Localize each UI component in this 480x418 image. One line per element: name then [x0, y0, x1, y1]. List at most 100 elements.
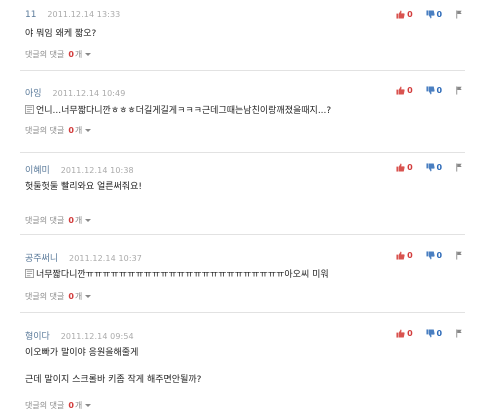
like-button[interactable]: 0	[396, 10, 413, 19]
reply-label: 댓글의 댓글	[25, 126, 65, 135]
reply-toggle[interactable]: 댓글의 댓글 0개	[25, 400, 92, 411]
like-count: 0	[407, 10, 413, 19]
comment-date: 2011.12.14 10:37	[69, 254, 143, 263]
thumbs-down-icon	[425, 329, 435, 338]
caret-down-icon	[85, 295, 92, 298]
like-count: 0	[407, 251, 413, 260]
dislike-count: 0	[436, 86, 443, 95]
thumbs-up-icon	[396, 86, 405, 95]
reply-unit: 개	[74, 50, 83, 59]
comment-actions: 0 0	[386, 86, 465, 98]
thumbs-up-icon	[396, 329, 405, 338]
comment-item: 공주써니 2011.12.14 10:37 0 0 너무짧다니깐ㅠㅠㅠㅠㅠㅠㅠㅠ…	[20, 234, 465, 313]
comment-date: 2011.12.14 13:33	[47, 10, 121, 19]
comment-text-row: 너무짧다니깐ㅠㅠㅠㅠㅠㅠㅠㅠㅠㅠㅠㅠㅠㅠㅠㅠㅠㅠㅠㅠㅠㅠㅠㅠ아오씨 미워	[25, 267, 329, 280]
comment-item: 이혜미 2011.12.14 10:38 0 0 헛둘헛둘 빨리와요 얼른써줘요…	[20, 152, 465, 235]
dislike-count: 0	[436, 251, 443, 260]
reply-count: 0	[68, 50, 74, 59]
thumbs-up-icon	[396, 251, 405, 260]
reply-unit: 개	[74, 126, 83, 135]
thumbs-down-icon	[425, 163, 435, 172]
thumbs-up-icon	[396, 10, 405, 19]
flag-icon	[456, 163, 462, 172]
comment-meta: 11 2011.12.14 13:33	[25, 10, 120, 22]
reply-label: 댓글의 댓글	[25, 401, 65, 410]
flag-icon	[456, 86, 462, 95]
comment-date: 2011.12.14 10:49	[52, 89, 126, 98]
report-button[interactable]	[455, 329, 465, 338]
reply-count: 0	[68, 292, 74, 301]
comment-date: 2011.12.14 10:38	[60, 166, 134, 175]
report-button[interactable]	[455, 10, 465, 19]
image-attachment-icon	[25, 269, 34, 278]
thumbs-up-icon	[396, 163, 405, 172]
dislike-count: 0	[436, 163, 443, 172]
reply-toggle[interactable]: 댓글의 댓글 0개	[25, 125, 92, 136]
like-button[interactable]: 0	[396, 329, 413, 338]
comment-text: 헛둘헛둘 빨리와요 얼른써줘요!	[25, 182, 142, 192]
comment-text: 야 뭐임 왜케 짧오?	[25, 29, 97, 39]
reply-count: 0	[68, 216, 74, 225]
like-button[interactable]: 0	[396, 86, 413, 95]
dislike-button[interactable]: 0	[425, 329, 443, 338]
reply-toggle[interactable]: 댓글의 댓글 0개	[25, 49, 92, 60]
reply-unit: 개	[74, 401, 83, 410]
report-button[interactable]	[455, 86, 465, 95]
reply-toggle[interactable]: 댓글의 댓글 0개	[25, 291, 92, 302]
caret-down-icon	[85, 129, 92, 132]
flag-icon	[456, 329, 462, 338]
reply-count: 0	[68, 401, 74, 410]
dislike-count: 0	[436, 329, 443, 338]
dislike-button[interactable]: 0	[425, 251, 443, 260]
comment-author[interactable]: 이혜미	[25, 166, 50, 176]
caret-down-icon	[85, 219, 92, 222]
flag-icon	[456, 251, 462, 260]
reply-label: 댓글의 댓글	[25, 50, 65, 59]
comment-author[interactable]: 11	[25, 10, 36, 20]
like-button[interactable]: 0	[396, 251, 413, 260]
comment-actions: 0 0	[386, 251, 465, 263]
dislike-button[interactable]: 0	[425, 10, 443, 19]
flag-icon	[456, 10, 462, 19]
reply-unit: 개	[74, 216, 83, 225]
like-button[interactable]: 0	[396, 163, 413, 172]
comment-meta: 아잉 2011.12.14 10:49	[25, 86, 126, 99]
thumbs-down-icon	[425, 251, 435, 260]
like-count: 0	[407, 86, 413, 95]
caret-down-icon	[85, 404, 92, 407]
comment-meta: 이혜미 2011.12.14 10:38	[25, 163, 134, 176]
comment-author[interactable]: 공주써니	[25, 254, 58, 264]
like-count: 0	[407, 329, 413, 338]
reply-count: 0	[68, 126, 74, 135]
comment-item: 형이다 2011.12.14 09:54 0 0 이오빠가 말이야 응원을해줄게…	[20, 312, 465, 418]
reply-label: 댓글의 댓글	[25, 292, 65, 301]
dislike-button[interactable]: 0	[425, 86, 443, 95]
report-button[interactable]	[455, 163, 465, 172]
report-button[interactable]	[455, 251, 465, 260]
comment-date: 2011.12.14 09:54	[60, 332, 134, 341]
thumbs-down-icon	[425, 10, 435, 19]
comment-text: 이오빠가 말이야 응원을해줄게	[25, 348, 139, 358]
comment-actions: 0 0	[386, 329, 465, 341]
comment-actions: 0 0	[386, 163, 465, 175]
comment-author[interactable]: 아잉	[25, 89, 42, 99]
reply-label: 댓글의 댓글	[25, 216, 65, 225]
comment-meta: 공주써니 2011.12.14 10:37	[25, 251, 143, 264]
comment-actions: 0 0	[386, 10, 465, 22]
image-attachment-icon	[25, 105, 34, 114]
like-count: 0	[407, 163, 413, 172]
comment-meta: 형이다 2011.12.14 09:54	[25, 329, 134, 342]
comment-item: 아잉 2011.12.14 10:49 0 0 언니...너무짧다니깐ㅎㅎㅎ더길…	[20, 70, 465, 153]
comment-text-row: 언니...너무짧다니깐ㅎㅎㅎ더길게길게ㅋㅋㅋ근데그때는남친이랑깨졌을때지...?	[25, 103, 331, 116]
comment-text: 근데 말이지 스크롤바 키좀 작게 해주면안될까?	[25, 375, 202, 385]
caret-down-icon	[85, 53, 92, 56]
reply-unit: 개	[74, 292, 83, 301]
comment-text: 너무짧다니깐ㅠㅠㅠㅠㅠㅠㅠㅠㅠㅠㅠㅠㅠㅠㅠㅠㅠㅠㅠㅠㅠㅠㅠㅠ아오씨 미워	[36, 270, 329, 280]
comment-text: 언니...너무짧다니깐ㅎㅎㅎ더길게길게ㅋㅋㅋ근데그때는남친이랑깨졌을때지...?	[36, 106, 332, 116]
comment-item: 11 2011.12.14 13:33 0 0 야 뭐임 왜케 짧오? 댓글의 …	[20, 0, 465, 71]
reply-toggle[interactable]: 댓글의 댓글 0개	[25, 215, 92, 226]
dislike-button[interactable]: 0	[425, 163, 443, 172]
comment-author[interactable]: 형이다	[25, 332, 50, 342]
dislike-count: 0	[436, 10, 443, 19]
thumbs-down-icon	[425, 86, 435, 95]
